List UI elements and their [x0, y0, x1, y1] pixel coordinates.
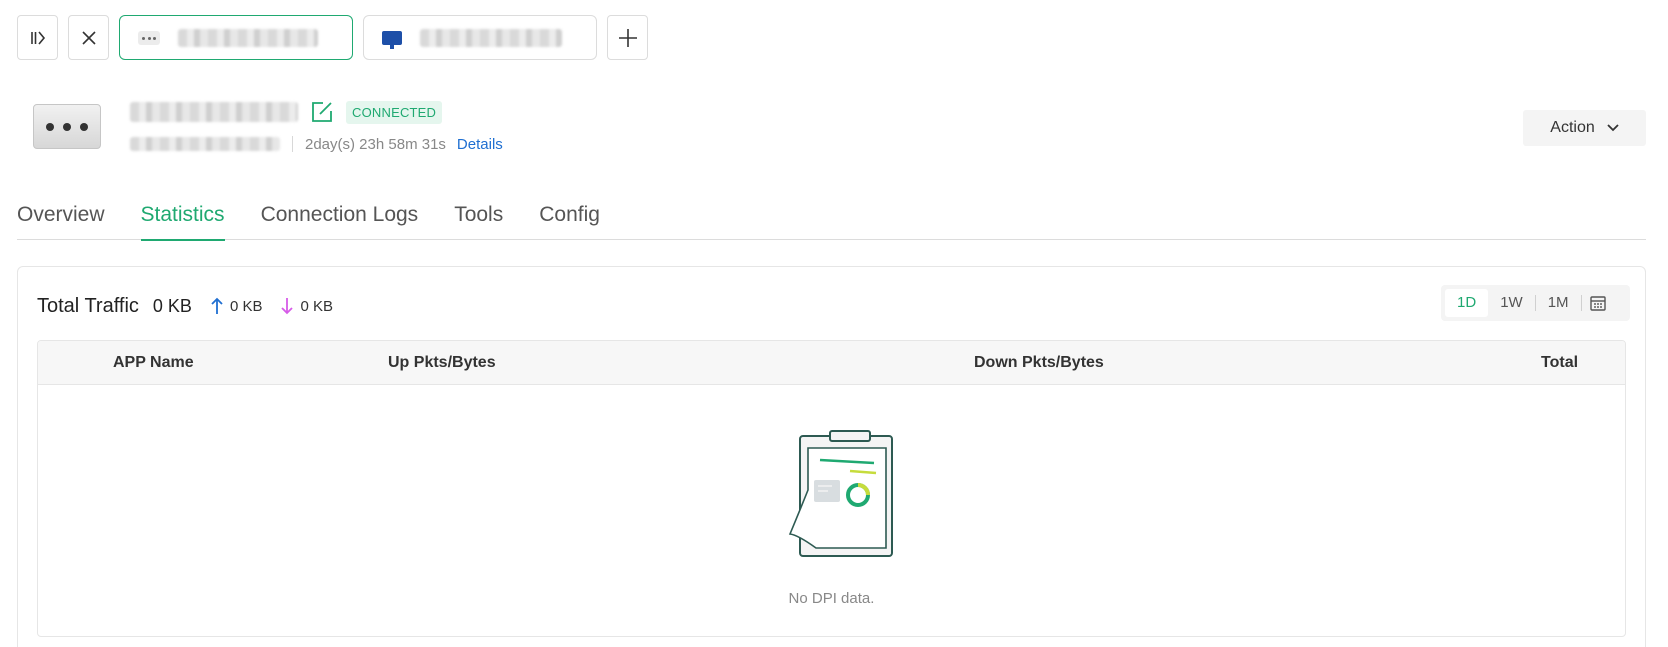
close-icon: [81, 30, 96, 45]
empty-state-text: No DPI data.: [788, 590, 875, 607]
device-tab-name-redacted: [178, 28, 318, 47]
main-tabs: Overview Statistics Connection Logs Tool…: [17, 196, 1646, 241]
edit-icon[interactable]: [310, 100, 334, 124]
column-app-name: APP Name: [113, 354, 194, 371]
device-tab-current[interactable]: [119, 15, 353, 60]
chevron-down-icon: [1607, 124, 1619, 132]
close-button[interactable]: [68, 15, 109, 60]
device-ip-redacted: [130, 137, 280, 151]
column-up-pkts: Up Pkts/Bytes: [388, 354, 496, 371]
dpi-table: APP Name Up Pkts/Bytes Down Pkts/Bytes T…: [37, 340, 1626, 637]
tab-connection-logs[interactable]: Connection Logs: [261, 196, 419, 240]
add-tab-button[interactable]: [607, 15, 648, 60]
device-dots-icon: [138, 30, 160, 45]
calendar-icon[interactable]: [1588, 293, 1608, 313]
collapse-sidebar-button[interactable]: [17, 15, 58, 60]
tab-tools[interactable]: Tools: [454, 196, 503, 240]
device-name-redacted: [130, 102, 298, 122]
column-down-pkts: Down Pkts/Bytes: [974, 354, 1104, 371]
tab-overview[interactable]: Overview: [17, 196, 105, 240]
range-1w-button[interactable]: 1W: [1488, 289, 1535, 317]
sidebar-collapse-icon: [30, 30, 45, 45]
divider: [1580, 295, 1582, 311]
device-tab-bar: [17, 15, 648, 60]
empty-clipboard-icon: [788, 430, 893, 557]
status-badge: CONNECTED: [346, 100, 443, 124]
table-header: APP Name Up Pkts/Bytes Down Pkts/Bytes T…: [38, 341, 1625, 385]
monitor-icon: [382, 30, 402, 49]
arrow-up-icon: [211, 297, 223, 314]
tab-statistics[interactable]: Statistics: [140, 196, 225, 241]
arrow-down-icon: [281, 298, 294, 315]
action-label: Action: [1550, 119, 1595, 136]
range-1d-button[interactable]: 1D: [1445, 289, 1489, 317]
traffic-title: Total Traffic: [37, 294, 139, 317]
device-tab-name-redacted: [420, 28, 562, 47]
traffic-total: 0 KB: [152, 295, 192, 316]
action-dropdown-button[interactable]: Action: [1523, 110, 1646, 146]
tab-config[interactable]: Config: [539, 196, 600, 240]
statistics-card: Total Traffic 0 KB 0 KB 0 KB 1D 1W 1M AP…: [17, 266, 1646, 647]
column-total: Total: [1541, 354, 1579, 371]
device-tab-other[interactable]: [363, 15, 597, 60]
time-range-selector: 1D 1W 1M: [1441, 285, 1630, 321]
device-meta-row: 2day(s) 23h 58m 31s Details: [130, 133, 503, 155]
details-link[interactable]: Details: [457, 136, 503, 153]
traffic-up: 0 KB: [229, 297, 263, 315]
divider: [292, 136, 293, 152]
device-avatar: [33, 104, 101, 149]
traffic-down: 0 KB: [300, 297, 333, 315]
empty-state: No DPI data.: [38, 385, 1625, 636]
device-name-row: CONNECTED: [130, 100, 443, 124]
uptime-text: 2day(s) 23h 58m 31s: [305, 135, 446, 153]
traffic-summary: Total Traffic 0 KB 0 KB 0 KB: [37, 291, 333, 321]
range-1m-button[interactable]: 1M: [1536, 289, 1581, 317]
plus-icon: [618, 28, 637, 47]
